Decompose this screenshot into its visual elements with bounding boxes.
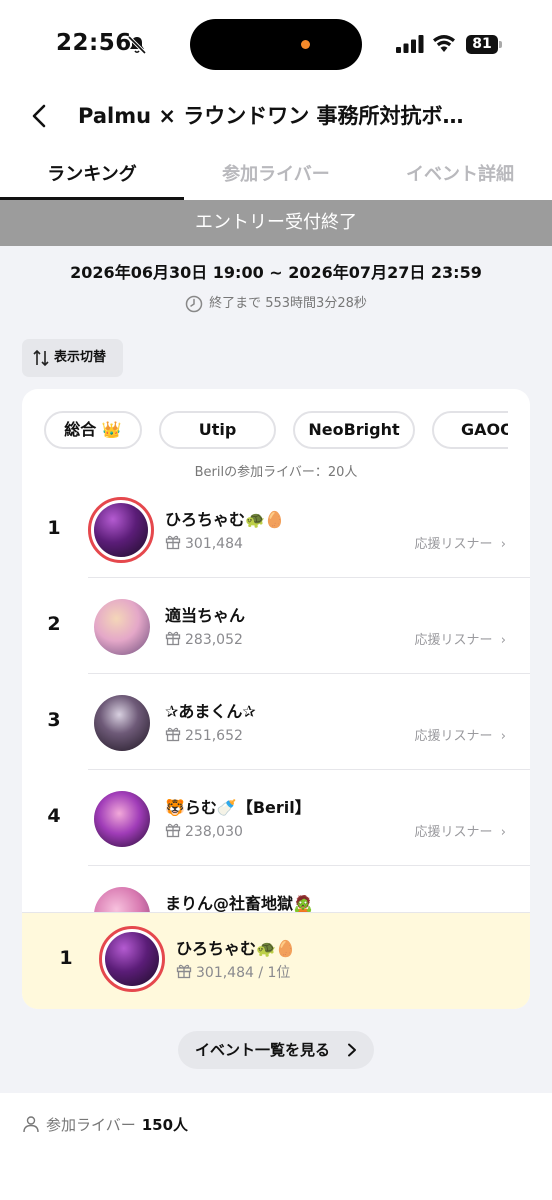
gift-icon [165, 727, 181, 742]
event-list-button[interactable]: イベント一覧を見る [178, 1031, 374, 1069]
supporter-listeners-link[interactable]: 応援リスナー › [415, 629, 506, 648]
row-divider [88, 769, 530, 770]
my-avatar [99, 926, 165, 992]
gift-points: 283,052 [165, 630, 243, 648]
battery-icon: 81 [466, 35, 502, 54]
entry-closed-banner: エントリー受付終了 [0, 200, 552, 246]
display-toggle-button[interactable]: 表示切替 [22, 339, 123, 377]
island-indicator [301, 40, 310, 49]
tab-event-details[interactable]: イベント詳細 [368, 160, 552, 186]
clock-icon [185, 295, 203, 312]
participants-total: 参加ライバー 150人 [22, 1114, 188, 1135]
avatar [94, 599, 150, 655]
back-arrow-icon[interactable] [28, 102, 52, 130]
rank-number: 3 [47, 709, 61, 731]
tab-participants[interactable]: 参加ライバー [184, 160, 368, 186]
gift-points: 238,030 [165, 822, 243, 840]
gift-points: 301,484 [165, 534, 243, 552]
agency-filter-chips: 総合 👑 Utip NeoBright GAOO [22, 411, 508, 451]
participants-total-count: 150人 [141, 1116, 189, 1134]
supporter-listeners-link[interactable]: 応援リスナー › [415, 533, 506, 552]
supporter-label: 応援リスナー [414, 729, 493, 744]
avatar [94, 791, 150, 847]
bell-off-icon [127, 35, 147, 55]
points-value: 301,484 [185, 536, 243, 552]
page-header: Palmu × ラウンドワン 事務所対抗ボ… ランキング 参加ライバー イベント… [0, 90, 552, 200]
page-title: Palmu × ラウンドワン 事務所対抗ボ… [78, 104, 464, 128]
gift-points: 251,652 [165, 726, 243, 744]
battery-tip [499, 41, 502, 48]
my-liver-name: ひろちゃむ🐢🥚 [176, 939, 296, 958]
battery-level: 81 [466, 35, 498, 54]
display-toggle-label: 表示切替 [54, 350, 107, 365]
ranking-row[interactable]: 4 🐯らむ🍼【Beril】 238,030 応援リスナー › [22, 771, 530, 867]
signal-icon [396, 35, 424, 53]
my-gift-points: 301,484 / 1位 [176, 962, 290, 982]
liver-name: 適当ちゃん [165, 606, 246, 625]
my-points-value: 301,484 / 1位 [196, 965, 291, 981]
points-value: 238,030 [185, 824, 243, 840]
gift-icon [176, 964, 192, 979]
dynamic-island [190, 19, 362, 70]
chip-neobright[interactable]: NeoBright [293, 411, 415, 449]
rank-number: 2 [47, 613, 61, 635]
swap-icon [33, 349, 49, 367]
status-bar: 22:56 81 [0, 0, 552, 90]
event-list-label: イベント一覧を見る [195, 1041, 331, 1059]
chevron-right-icon [348, 1043, 356, 1057]
participants-total-label: 参加ライバー [46, 1116, 136, 1134]
avatar [88, 497, 154, 563]
row-divider [88, 577, 530, 578]
event-period: 2026年06月30日 19:00 ~ 2026年07月27日 23:59 [70, 263, 482, 282]
time-remaining: 終了まで 553時間3分28秒 [0, 292, 552, 313]
supporter-label: 応援リスナー [414, 633, 493, 648]
my-rank-number: 1 [59, 947, 73, 969]
supporter-label: 応援リスナー [414, 537, 493, 552]
rank-number: 1 [47, 517, 61, 539]
points-value: 283,052 [185, 632, 243, 648]
row-divider [88, 865, 530, 866]
supporter-listeners-link[interactable]: 応援リスナー › [415, 821, 506, 840]
wifi-icon [433, 35, 455, 52]
avatar [94, 695, 150, 751]
points-value: 251,652 [185, 728, 243, 744]
liver-name: ✰あまくん✰ [165, 702, 256, 721]
supporter-label: 応援リスナー [414, 825, 493, 840]
time-remaining-text: 終了まで 553時間3分28秒 [209, 296, 367, 311]
row-divider [88, 673, 530, 674]
chip-gaoo[interactable]: GAOO [432, 411, 508, 449]
supporter-listeners-link[interactable]: 応援リスナー › [415, 725, 506, 744]
footer: 参加ライバー 150人 [0, 1093, 552, 1200]
gift-icon [165, 823, 181, 838]
chip-overall[interactable]: 総合 👑 [44, 411, 142, 449]
ranking-card: 総合 👑 Utip NeoBright GAOO Berilの参加ライバー：20… [22, 389, 530, 1009]
liver-name: まりん@社畜地獄🧟 [165, 894, 313, 913]
gift-icon [165, 631, 181, 646]
gift-icon [165, 535, 181, 550]
my-ranking-row[interactable]: 1 ひろちゃむ🐢🥚 301,484 / 1位 [22, 912, 530, 1009]
ranking-row[interactable]: 3 ✰あまくん✰ 251,652 応援リスナー › [22, 675, 530, 771]
person-icon [23, 1116, 39, 1133]
participants-count: Berilの参加ライバー：20人 [194, 465, 358, 480]
tab-ranking[interactable]: ランキング [0, 160, 184, 186]
status-time: 22:56 [56, 30, 132, 56]
rank-number: 4 [47, 805, 61, 827]
liver-name: 🐯らむ🍼【Beril】 [165, 798, 311, 817]
ranking-row[interactable]: 1 ひろちゃむ🐢🥚 301,484 応援リスナー › [22, 483, 530, 579]
chip-utip[interactable]: Utip [159, 411, 276, 449]
ranking-row[interactable]: 2 適当ちゃん 283,052 応援リスナー › [22, 579, 530, 675]
liver-name: ひろちゃむ🐢🥚 [165, 510, 285, 529]
